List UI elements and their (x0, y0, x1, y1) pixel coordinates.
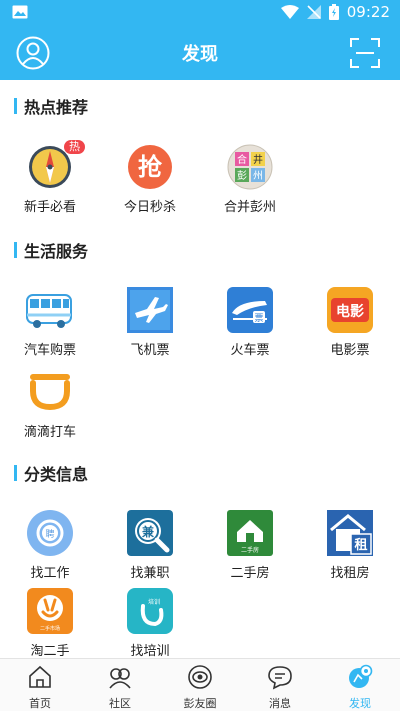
bus-icon (26, 287, 73, 333)
train-icon: 票 (227, 287, 273, 333)
didi-icon (27, 369, 73, 415)
merge-glyph-4: 州 (253, 170, 263, 182)
training-icon: 培训 (127, 588, 173, 634)
clock: 09:22 (346, 3, 390, 21)
scan-icon[interactable] (350, 38, 380, 68)
no-signal-icon (306, 5, 321, 19)
battery-icon (328, 4, 339, 20)
flash-sale-icon: 抢 (127, 144, 173, 190)
second-hand-goods-icon: 二手市场 (27, 588, 73, 634)
tab-discover[interactable]: 发现 (320, 659, 400, 711)
tab-home[interactable]: 首页 (0, 659, 80, 711)
item-movie-ticket[interactable]: 电影 电影票 (300, 287, 400, 358)
tab-community[interactable]: 社区 (80, 659, 160, 711)
item-plane-ticket[interactable]: 飞机票 (100, 287, 200, 358)
item-rent-house[interactable]: 租 找租房 (300, 510, 400, 581)
message-icon (268, 666, 292, 690)
train-glyph: 票 (254, 313, 263, 324)
training-glyph: 培训 (148, 598, 160, 606)
item-second-hand-goods[interactable]: 二手市场 淘二手 (0, 588, 100, 659)
item-bus-ticket[interactable]: 汽车购票 (0, 287, 100, 358)
section-hot-title: 热点推荐 (14, 96, 88, 117)
section-marker (14, 242, 17, 258)
item-didi-taxi[interactable]: 滴滴打车 (0, 369, 100, 440)
item-beginner-guide[interactable]: 热 新手必看 (0, 140, 100, 215)
rent-house-icon: 租 (327, 510, 373, 556)
merge-glyph-3: 彭 (237, 169, 247, 182)
status-bar: 09:22 (0, 0, 400, 26)
app-bar: 发现 (0, 26, 400, 80)
airplane-icon (127, 287, 173, 333)
part-time-icon: 兼 (127, 510, 173, 556)
image-notification-icon (12, 5, 28, 19)
job-glyph: 聘 (45, 528, 54, 540)
page-title: 发现 (182, 44, 218, 65)
wifi-icon (280, 5, 299, 19)
home-icon (29, 665, 51, 688)
item-part-time[interactable]: 兼 找兼职 (100, 510, 200, 581)
second-hand-house-icon: 二手房 (227, 510, 273, 556)
friends-circle-icon (188, 665, 212, 689)
goods-glyph: 二手市场 (40, 625, 60, 632)
movie-icon: 电影 (327, 287, 373, 333)
merge-pengzhou-icon: 合 井 彭 州 (227, 144, 273, 190)
section-life-title: 生活服务 (14, 240, 88, 261)
bottom-tab-bar: 首页 社区 彭友圈 消息 发现 (0, 658, 400, 711)
item-flash-sale[interactable]: 抢 今日秒杀 (100, 144, 200, 215)
hot-badge: 热 (64, 140, 85, 154)
job-icon: 聘 (27, 510, 73, 556)
merge-glyph-2: 井 (253, 153, 263, 166)
section-marker (14, 465, 17, 481)
house-glyph: 二手房 (241, 546, 259, 554)
item-train-ticket[interactable]: 票 火车票 (200, 287, 300, 358)
item-find-job[interactable]: 聘 找工作 (0, 510, 100, 581)
tab-messages[interactable]: 消息 (240, 659, 320, 711)
movie-glyph: 电影 (336, 303, 364, 320)
discover-icon (349, 664, 373, 688)
community-icon (109, 668, 131, 689)
item-training[interactable]: 培训 找培训 (100, 588, 200, 659)
item-second-hand-house[interactable]: 二手房 二手房 (200, 510, 300, 581)
section-marker (14, 98, 17, 114)
rent-glyph: 租 (354, 538, 367, 553)
item-merge-pengzhou[interactable]: 合 井 彭 州 合并彭州 (200, 144, 300, 215)
discover-content: 热点推荐 热 新手必看 抢 今日秒杀 合 井 彭 州 合并彭州 生活服务 汽车购… (0, 80, 400, 659)
compass-icon: 热 (27, 140, 85, 190)
flash-sale-glyph: 抢 (138, 153, 163, 181)
tab-friends-circle[interactable]: 彭友圈 (160, 659, 240, 711)
part-time-glyph: 兼 (141, 524, 155, 539)
merge-glyph-1: 合 (237, 153, 247, 166)
section-classified-title: 分类信息 (14, 463, 88, 484)
